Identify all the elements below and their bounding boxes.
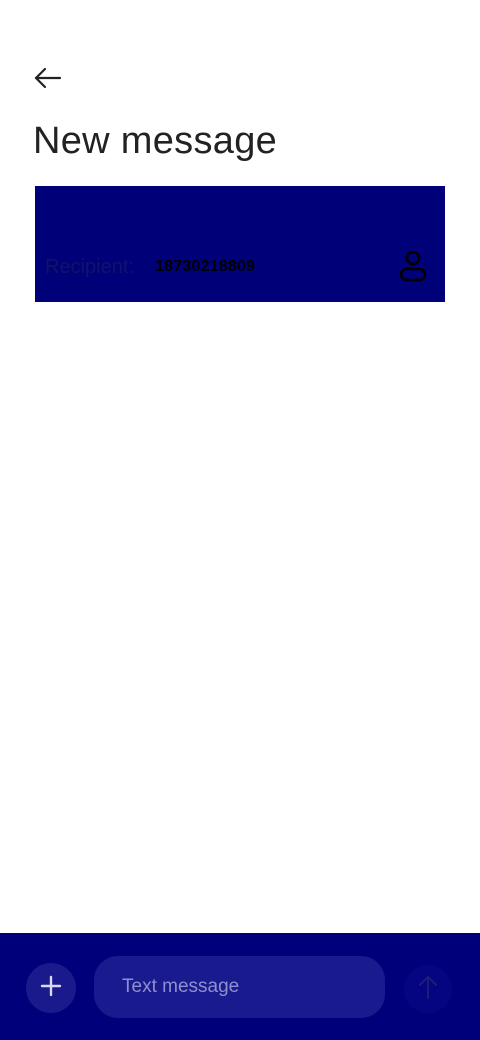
message-input[interactable] bbox=[94, 956, 385, 1018]
back-button[interactable] bbox=[28, 62, 68, 98]
recipient-card[interactable]: Recipient: 18730218809 bbox=[35, 186, 445, 302]
compose-bar bbox=[0, 933, 480, 1040]
recipient-label: Recipient: bbox=[45, 256, 134, 278]
attach-button[interactable] bbox=[26, 963, 76, 1013]
page-title: New message bbox=[33, 120, 278, 162]
contact-picker-button[interactable] bbox=[393, 248, 433, 288]
recipient-number[interactable]: 18730218809 bbox=[155, 258, 255, 276]
arrow-left-icon bbox=[33, 67, 63, 94]
arrow-up-icon bbox=[417, 974, 439, 1005]
person-icon bbox=[398, 249, 428, 288]
send-button[interactable] bbox=[404, 965, 452, 1013]
plus-icon bbox=[39, 974, 63, 1003]
